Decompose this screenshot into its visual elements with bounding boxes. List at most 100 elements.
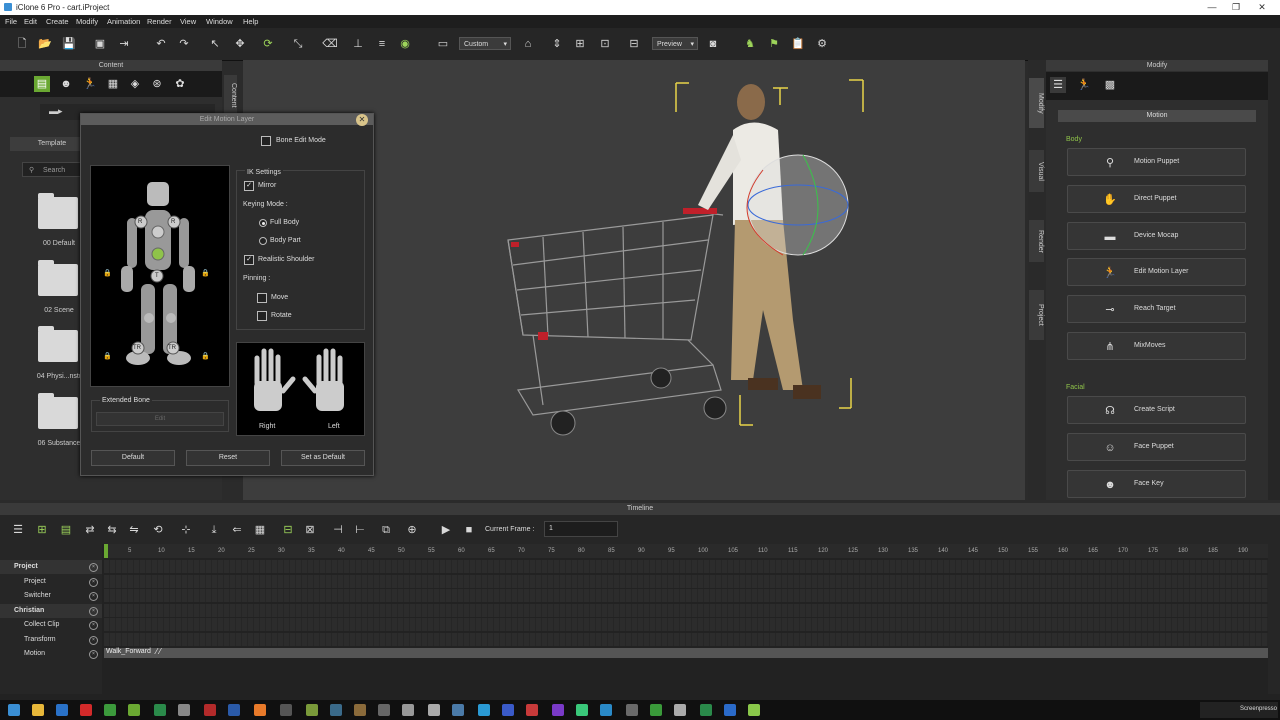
move-checkbox[interactable] — [257, 293, 267, 303]
reset-button[interactable]: Reset — [186, 450, 270, 466]
track-lane[interactable] — [104, 574, 1268, 588]
folder-path-icon[interactable]: ▬▸ — [49, 106, 63, 117]
folder-icon[interactable] — [38, 260, 78, 296]
remove-frame-icon[interactable]: ⊢ — [352, 522, 368, 538]
mixmoves-button[interactable]: ⋔ MixMoves — [1067, 332, 1246, 360]
track-lane[interactable] — [104, 632, 1268, 646]
actor-tab-icon[interactable]: ☻ — [58, 76, 74, 92]
flatten-icon[interactable]: ⤓ — [206, 522, 222, 538]
menu-create[interactable]: Create — [46, 17, 69, 26]
face-key-button[interactable]: ☻ Face Key — [1067, 470, 1246, 498]
menu-window[interactable]: Window — [206, 17, 233, 26]
menu-help[interactable]: Help — [243, 17, 258, 26]
timeline-scrollbar[interactable] — [1268, 544, 1280, 694]
camera-select[interactable]: Custom ▾ — [459, 37, 511, 50]
body-part-map[interactable]: R R T TR TR 🔒 🔒 🔒 🔒 — [90, 165, 230, 387]
hand-selector[interactable]: Right Left — [236, 342, 365, 436]
remove-track-icon[interactable]: × — [89, 563, 98, 572]
remove-track-icon[interactable]: × — [89, 635, 98, 645]
zoom-icon[interactable]: ⊕ — [404, 522, 420, 538]
set-as-default-button[interactable]: Set as Default — [281, 450, 365, 466]
app-icon[interactable] — [700, 704, 712, 716]
app-icon[interactable] — [354, 704, 366, 716]
app-icon[interactable] — [724, 704, 736, 716]
app-icon[interactable] — [306, 704, 318, 716]
app-icon[interactable] — [178, 704, 190, 716]
track-lane[interactable] — [104, 618, 1268, 631]
create-script-button[interactable]: ☊ Create Script — [1067, 396, 1246, 424]
tracks-list-icon[interactable]: ☰ — [10, 522, 26, 538]
menu-file[interactable]: File — [5, 17, 17, 26]
props-tab-icon[interactable]: ✿ — [172, 76, 188, 92]
left-hand-label[interactable]: Left — [328, 423, 340, 430]
edge-icon[interactable] — [56, 704, 68, 716]
minimize-button[interactable]: — — [1200, 0, 1224, 15]
character-icon[interactable]: ♞ — [742, 36, 758, 52]
frame-selected-icon[interactable]: ⊟ — [626, 36, 642, 52]
move-icon[interactable]: ✥ — [232, 36, 248, 52]
transition-icon[interactable]: ⇆ — [104, 522, 120, 538]
render-icon[interactable]: ▣ — [92, 36, 108, 52]
track-lane[interactable] — [104, 560, 1268, 573]
remove-track-icon[interactable]: × — [89, 621, 98, 630]
track-lane[interactable] — [104, 603, 1268, 617]
iclone-icon[interactable] — [128, 704, 140, 716]
lock-icon[interactable]: 🔒 — [103, 269, 112, 277]
app-icon[interactable] — [228, 704, 240, 716]
app-icon[interactable] — [452, 704, 464, 716]
app-icon[interactable] — [576, 704, 588, 716]
stage-tab-icon[interactable]: ▦ — [105, 76, 121, 92]
app-icon[interactable] — [552, 704, 564, 716]
content-side-tab[interactable]: Content — [224, 75, 237, 115]
settings-icon[interactable]: ⚙ — [814, 36, 830, 52]
dialog-title[interactable]: Edit Motion Layer — [81, 114, 373, 125]
app-icon[interactable] — [600, 704, 612, 716]
body-part-radio[interactable] — [259, 237, 267, 245]
project-side-tab[interactable]: Project — [1029, 290, 1044, 340]
track-row[interactable]: Christian × — [0, 603, 102, 618]
app-icon[interactable] — [526, 704, 538, 716]
track-row[interactable]: Switcher × — [0, 589, 102, 603]
visual-side-tab[interactable]: Visual — [1029, 150, 1044, 192]
open-folder-icon[interactable]: 📂 — [37, 36, 53, 52]
zoom-extent-icon[interactable]: ⊡ — [597, 36, 613, 52]
remove-track-icon[interactable]: × — [89, 606, 98, 616]
break-clip-icon[interactable]: ⇋ — [126, 522, 142, 538]
rotate-checkbox[interactable] — [257, 311, 267, 321]
range-icon[interactable]: ⊟ — [280, 522, 296, 538]
face-puppet-button[interactable]: ☺ Face Puppet — [1067, 433, 1246, 461]
track-row[interactable]: Project × — [0, 575, 102, 589]
remove-track-icon[interactable]: × — [89, 592, 98, 601]
track-lane[interactable] — [104, 589, 1268, 602]
app-icon[interactable] — [330, 704, 342, 716]
remove-track-icon[interactable]: × — [89, 650, 98, 659]
lock-icon[interactable]: 🔒 — [201, 269, 210, 277]
speed-icon[interactable]: ⊹ — [178, 522, 194, 538]
preview-select[interactable]: Preview ▾ — [652, 37, 698, 50]
fit-range-icon[interactable]: ⊠ — [302, 522, 318, 538]
track-row[interactable]: Transform × — [0, 633, 102, 647]
save-icon[interactable]: 💾 — [61, 36, 77, 52]
reach-target-button[interactable]: ⊸ Reach Target — [1067, 295, 1246, 323]
device-mocap-button[interactable]: ▬ Device Mocap — [1067, 222, 1246, 250]
modify-side-tab[interactable]: Modify — [1029, 78, 1044, 128]
current-frame-input[interactable]: 1 — [544, 521, 618, 537]
reverse-icon[interactable]: ⇐ — [229, 522, 245, 538]
app-icon[interactable] — [626, 704, 638, 716]
app-icon[interactable] — [428, 704, 440, 716]
animation-tab-icon[interactable]: 🏃 — [82, 76, 98, 92]
video-camera-icon[interactable]: ◙ — [705, 36, 721, 52]
app-icon[interactable] — [104, 704, 116, 716]
camera-view-icon[interactable]: ▭ — [435, 36, 451, 52]
redo-icon[interactable]: ↷ — [176, 36, 192, 52]
home-icon[interactable]: ⌂ — [520, 36, 536, 52]
scale-icon[interactable]: ⤡ — [290, 36, 306, 52]
new-file-icon[interactable]: 🗋 — [14, 36, 30, 52]
app-icon[interactable] — [502, 704, 514, 716]
rotate-icon[interactable]: ⟳ — [260, 36, 276, 52]
app-icon[interactable] — [478, 704, 490, 716]
undo-icon[interactable]: ↶ — [153, 36, 169, 52]
lock-icon[interactable]: 🔒 — [201, 352, 210, 360]
lock-icon[interactable]: 🔒 — [103, 352, 112, 360]
right-hand-label[interactable]: Right — [259, 423, 275, 430]
